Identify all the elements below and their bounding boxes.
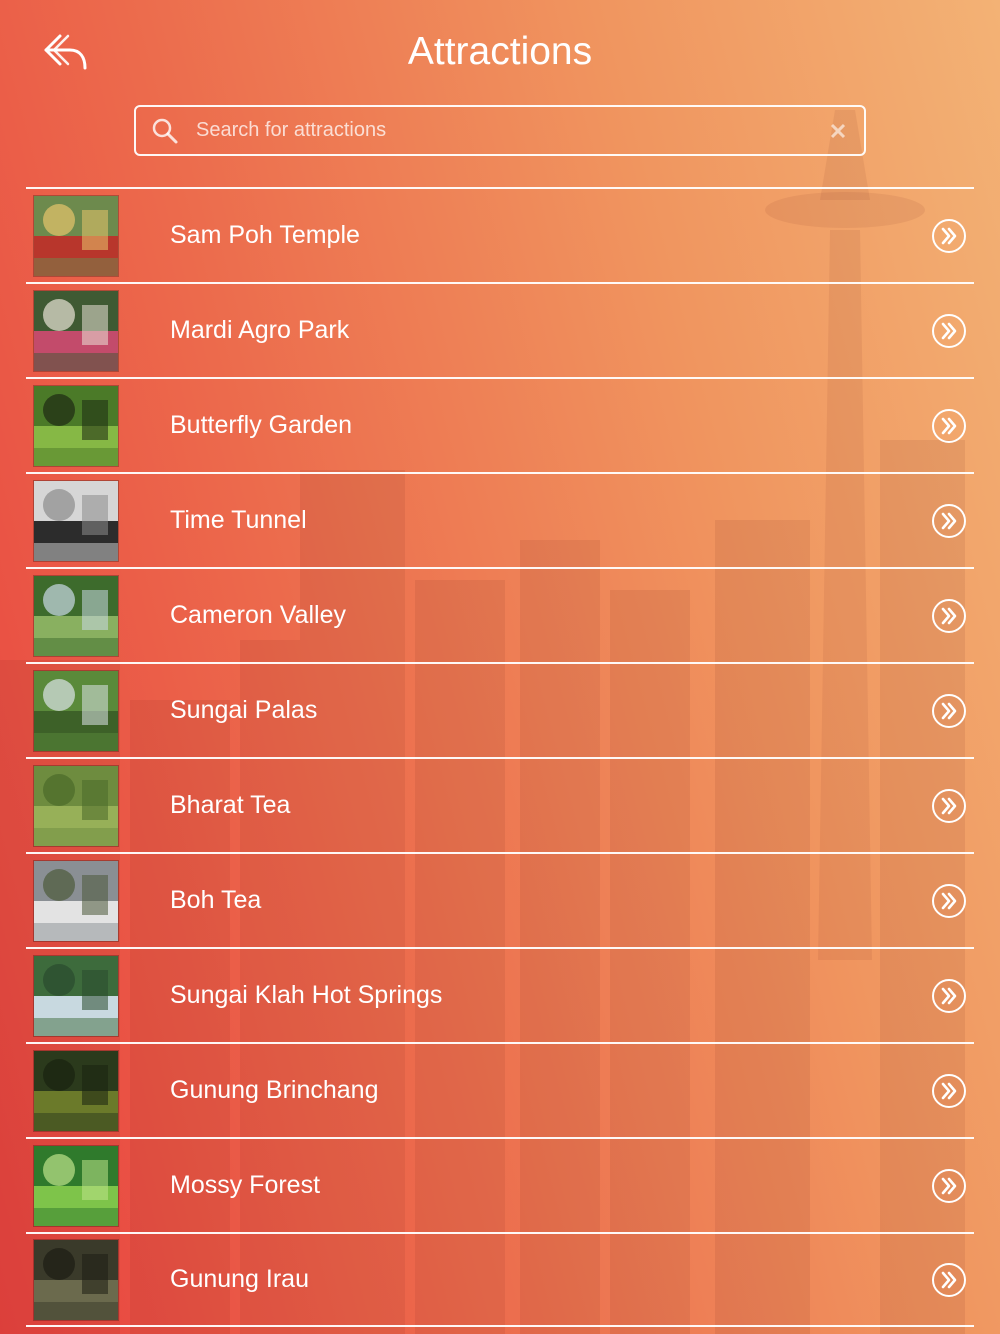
search-bar[interactable]	[134, 105, 866, 156]
attraction-thumbnail	[33, 954, 119, 1037]
attraction-name: Sam Poh Temple	[170, 221, 360, 249]
attraction-thumbnail	[33, 1238, 119, 1321]
attraction-thumbnail	[33, 289, 119, 372]
double-chevron-right-circle-icon[interactable]	[931, 1073, 967, 1109]
attraction-name: Mossy Forest	[170, 1171, 321, 1199]
double-chevron-right-circle-icon[interactable]	[931, 788, 967, 824]
double-chevron-right-circle-icon[interactable]	[931, 883, 967, 919]
attraction-name: Mardi Agro Park	[170, 316, 350, 344]
attraction-row[interactable]: Time Tunnel	[26, 472, 974, 567]
attraction-row[interactable]: Bharat Tea	[26, 757, 974, 852]
attraction-thumbnail	[33, 1144, 119, 1227]
double-chevron-right-circle-icon[interactable]	[931, 598, 967, 634]
attraction-row[interactable]: Butterfly Garden	[26, 377, 974, 472]
double-chevron-right-circle-icon[interactable]	[931, 313, 967, 349]
attraction-row[interactable]: Mardi Agro Park	[26, 282, 974, 377]
attraction-thumbnail	[33, 764, 119, 847]
attraction-thumbnail	[33, 859, 119, 942]
attraction-name: Time Tunnel	[170, 506, 307, 534]
attraction-name: Gunung Brinchang	[170, 1076, 379, 1104]
search-icon	[152, 118, 178, 143]
attraction-name: Butterfly Garden	[170, 411, 353, 439]
attractions-list: Sam Poh Temple Mardi Agro Park Butterfly G…	[26, 187, 974, 1327]
attraction-row[interactable]: Boh Tea	[26, 852, 974, 947]
attraction-thumbnail	[33, 384, 119, 467]
double-chevron-right-circle-icon[interactable]	[931, 1168, 967, 1204]
attraction-name: Bharat Tea	[170, 791, 291, 819]
attraction-thumbnail	[33, 574, 119, 657]
double-chevron-right-circle-icon[interactable]	[931, 978, 967, 1014]
attraction-name: Boh Tea	[170, 886, 262, 914]
attraction-row[interactable]: Gunung Brinchang	[26, 1042, 974, 1137]
double-chevron-right-circle-icon[interactable]	[931, 408, 967, 444]
attraction-name: Sungai Klah Hot Springs	[170, 981, 443, 1009]
search-input[interactable]	[180, 107, 828, 154]
clear-icon[interactable]	[828, 121, 848, 141]
header: Attractions	[0, 0, 1000, 100]
attraction-row[interactable]: Sungai Palas	[26, 662, 974, 757]
attraction-thumbnail	[33, 194, 119, 277]
attraction-thumbnail	[33, 669, 119, 752]
attraction-row[interactable]: Mossy Forest	[26, 1137, 974, 1232]
attraction-row[interactable]: Cameron Valley	[26, 567, 974, 662]
attraction-row[interactable]: Sam Poh Temple	[26, 187, 974, 282]
attraction-thumbnail	[33, 1049, 119, 1132]
attraction-name: Cameron Valley	[170, 601, 347, 629]
page-title: Attractions	[407, 30, 593, 73]
double-chevron-right-circle-icon[interactable]	[931, 218, 967, 254]
attraction-row[interactable]: Sungai Klah Hot Springs	[26, 947, 974, 1042]
double-chevron-right-circle-icon[interactable]	[931, 693, 967, 729]
attraction-name: Gunung Irau	[170, 1265, 309, 1293]
double-chevron-right-circle-icon[interactable]	[931, 1262, 967, 1298]
attraction-name: Sungai Palas	[170, 696, 318, 724]
attraction-thumbnail	[33, 479, 119, 562]
double-chevron-right-circle-icon[interactable]	[931, 503, 967, 539]
attraction-row[interactable]: Gunung Irau	[26, 1232, 974, 1327]
